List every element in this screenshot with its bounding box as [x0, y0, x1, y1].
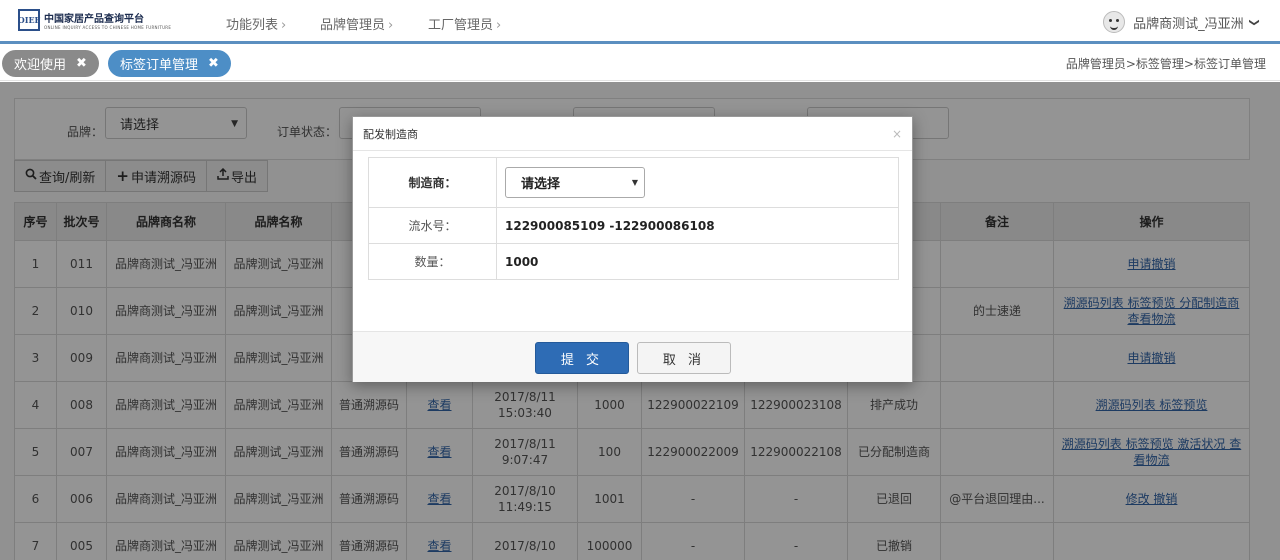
form-row: 流水号： 122900085109 -122900086108	[368, 207, 899, 244]
nav-brand-admin[interactable]: 品牌管理员 ›	[320, 14, 393, 33]
close-icon[interactable]: ✖	[208, 56, 219, 71]
nav-function-list[interactable]: 功能列表 ›	[226, 14, 286, 33]
chevron-right-icon: ›	[496, 18, 502, 33]
serial-label: 流水号：	[368, 207, 497, 244]
cancel-button[interactable]: 取 消	[637, 342, 731, 374]
manufacturer-label: 制造商：	[368, 157, 497, 208]
breadcrumb: 品牌管理员>标签管理>标签订单管理	[1065, 57, 1266, 71]
dialog-title: 配发制造商	[363, 127, 418, 141]
user-menu[interactable]: 品牌商测试_冯亚洲 ❯	[1103, 11, 1260, 33]
serial-value: 122900085109 -122900086108	[496, 207, 899, 244]
tab-label-order-management[interactable]: 标签订单管理 ✖	[108, 50, 231, 77]
user-name: 品牌商测试_冯亚洲	[1133, 16, 1244, 32]
top-navbar: OIEF 中国家居产品查询平台 ONLINE INQUIRY ACCESS TO…	[0, 0, 1280, 44]
avatar-icon	[1103, 11, 1126, 33]
form-row: 制造商： 请选择 ▼	[368, 157, 899, 208]
tabs-row: 欢迎使用 ✖ 标签订单管理 ✖ 品牌管理员>标签管理>标签订单管理	[0, 47, 1280, 81]
chevron-down-icon: ❯	[1248, 17, 1260, 27]
quantity-label: 数量：	[368, 243, 497, 280]
form-row: 数量： 1000	[368, 243, 899, 280]
submit-button[interactable]: 提 交	[535, 342, 629, 374]
tab-welcome[interactable]: 欢迎使用 ✖	[2, 50, 99, 77]
quantity-value: 1000	[496, 243, 899, 280]
manufacturer-select[interactable]: 请选择 ▼	[505, 167, 645, 198]
logo-title: 中国家居产品查询平台	[44, 14, 144, 25]
caret-down-icon: ▼	[631, 178, 638, 187]
logo-subtitle: ONLINE INQUIRY ACCESS TO CHINESE HOME FU…	[44, 25, 172, 30]
dialog-header: 配发制造商 ×	[353, 117, 912, 151]
assign-manufacturer-dialog: 配发制造商 × 制造商： 请选择 ▼ 流水号： 122900085109 -12…	[352, 116, 913, 382]
close-icon[interactable]: ✖	[76, 56, 87, 71]
nav-factory-admin[interactable]: 工厂管理员 ›	[428, 14, 501, 33]
logo-mark: OIEF	[18, 9, 40, 31]
dialog-footer: 提 交 取 消	[353, 331, 912, 382]
chevron-right-icon: ›	[388, 18, 394, 33]
platform-logo[interactable]: OIEF 中国家居产品查询平台 ONLINE INQUIRY ACCESS TO…	[18, 9, 171, 31]
dialog-form: 制造商： 请选择 ▼ 流水号： 122900085109 -1229000861…	[368, 157, 899, 280]
close-icon[interactable]: ×	[892, 127, 902, 141]
chevron-right-icon: ›	[281, 18, 287, 33]
